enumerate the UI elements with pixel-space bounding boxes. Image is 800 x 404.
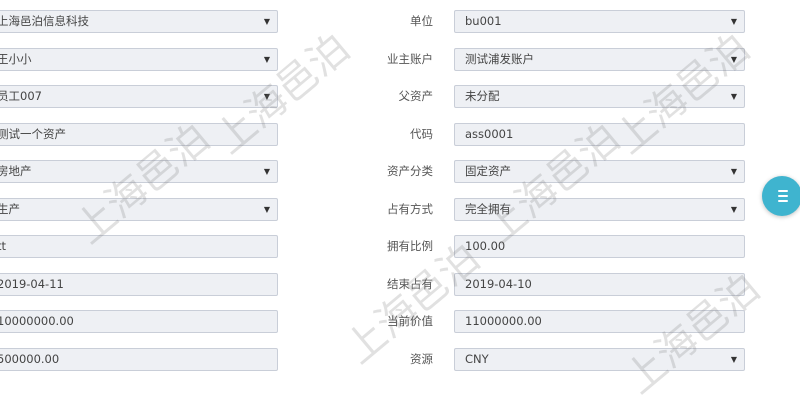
field-label: 单位 <box>410 14 433 28</box>
right-select-field[interactable]: bu001 ▼ <box>454 10 745 33</box>
left-text-field[interactable]: 2019-04-11 <box>0 272 278 296</box>
dropdown-arrow-icon: ▼ <box>263 17 270 26</box>
left-select-field[interactable]: 上海邑泊信息科技 ▼ <box>0 10 278 33</box>
left-select-field[interactable]: 房地产 ▼ <box>0 160 278 183</box>
field-value: 10000000.00 <box>0 314 74 328</box>
right-select-field[interactable]: 固定资产 ▼ <box>454 160 745 183</box>
field-value: 房地产 <box>0 164 32 178</box>
field-value: tt <box>0 239 7 253</box>
right-text-field[interactable]: 2019-04-10 <box>454 272 745 296</box>
field-value: 2019-04-11 <box>0 276 64 291</box>
field-value: 100.00 <box>465 239 506 253</box>
dropdown-arrow-icon: ▼ <box>730 354 737 364</box>
right-select-field[interactable]: 完全拥有 ▼ <box>454 197 745 221</box>
dropdown-arrow-icon: ▼ <box>263 167 270 176</box>
field-value: 测试一个资产 <box>0 126 66 141</box>
left-text-field[interactable]: 500000.00 <box>0 347 278 371</box>
left-select-field[interactable]: 生产 ▼ <box>0 197 278 221</box>
dropdown-arrow-icon: ▼ <box>263 92 270 101</box>
right-text-field[interactable]: 100.00 <box>454 235 745 258</box>
left-text-field[interactable]: tt <box>0 235 278 258</box>
dropdown-arrow-icon: ▼ <box>730 204 737 214</box>
right-text-field[interactable]: ass0001 <box>454 122 745 146</box>
field-label: 资产分类 <box>387 164 433 178</box>
menu-fab-button[interactable] <box>762 176 800 216</box>
field-value: 生产 <box>0 201 20 216</box>
right-select-field[interactable]: 未分配 ▼ <box>454 85 745 108</box>
field-value: 王小小 <box>0 51 32 66</box>
field-label: 代码 <box>410 126 433 141</box>
field-value: 完全拥有 <box>465 201 511 216</box>
field-label: 占有方式 <box>387 201 433 216</box>
field-label: 拥有比例 <box>387 239 433 253</box>
field-label: 结束占有 <box>387 276 433 291</box>
dropdown-arrow-icon: ▼ <box>263 54 270 64</box>
left-select-field[interactable]: 王小小 ▼ <box>0 47 278 71</box>
left-select-field[interactable]: 员工007 ▼ <box>0 85 278 108</box>
field-label: 父资产 <box>398 89 434 103</box>
dropdown-arrow-icon: ▼ <box>730 92 737 101</box>
field-value: CNY <box>465 351 489 366</box>
field-value: 员工007 <box>0 89 42 103</box>
field-value: 500000.00 <box>0 351 60 366</box>
right-select-field[interactable]: 测试浦发账户 ▼ <box>454 47 745 71</box>
dropdown-arrow-icon: ▼ <box>730 54 737 64</box>
field-value: ass0001 <box>465 126 514 141</box>
field-label: 当前价值 <box>387 314 433 328</box>
field-value: 11000000.00 <box>465 314 542 328</box>
field-value: 固定资产 <box>465 164 511 178</box>
right-text-field[interactable]: 11000000.00 <box>454 310 745 333</box>
field-value: bu001 <box>465 14 502 28</box>
left-text-field[interactable]: 10000000.00 <box>0 310 278 333</box>
right-select-field[interactable]: CNY ▼ <box>454 347 745 371</box>
field-value: 上海邑泊信息科技 <box>0 14 89 28</box>
field-label: 资源 <box>410 351 433 366</box>
dropdown-arrow-icon: ▼ <box>730 167 737 176</box>
dropdown-arrow-icon: ▼ <box>263 204 270 214</box>
field-value: 2019-04-10 <box>465 276 532 291</box>
dropdown-arrow-icon: ▼ <box>730 17 737 26</box>
left-text-field[interactable]: 测试一个资产 <box>0 122 278 146</box>
field-value: 未分配 <box>465 89 500 103</box>
field-value: 测试浦发账户 <box>465 51 534 66</box>
field-label: 业主账户 <box>387 51 433 66</box>
